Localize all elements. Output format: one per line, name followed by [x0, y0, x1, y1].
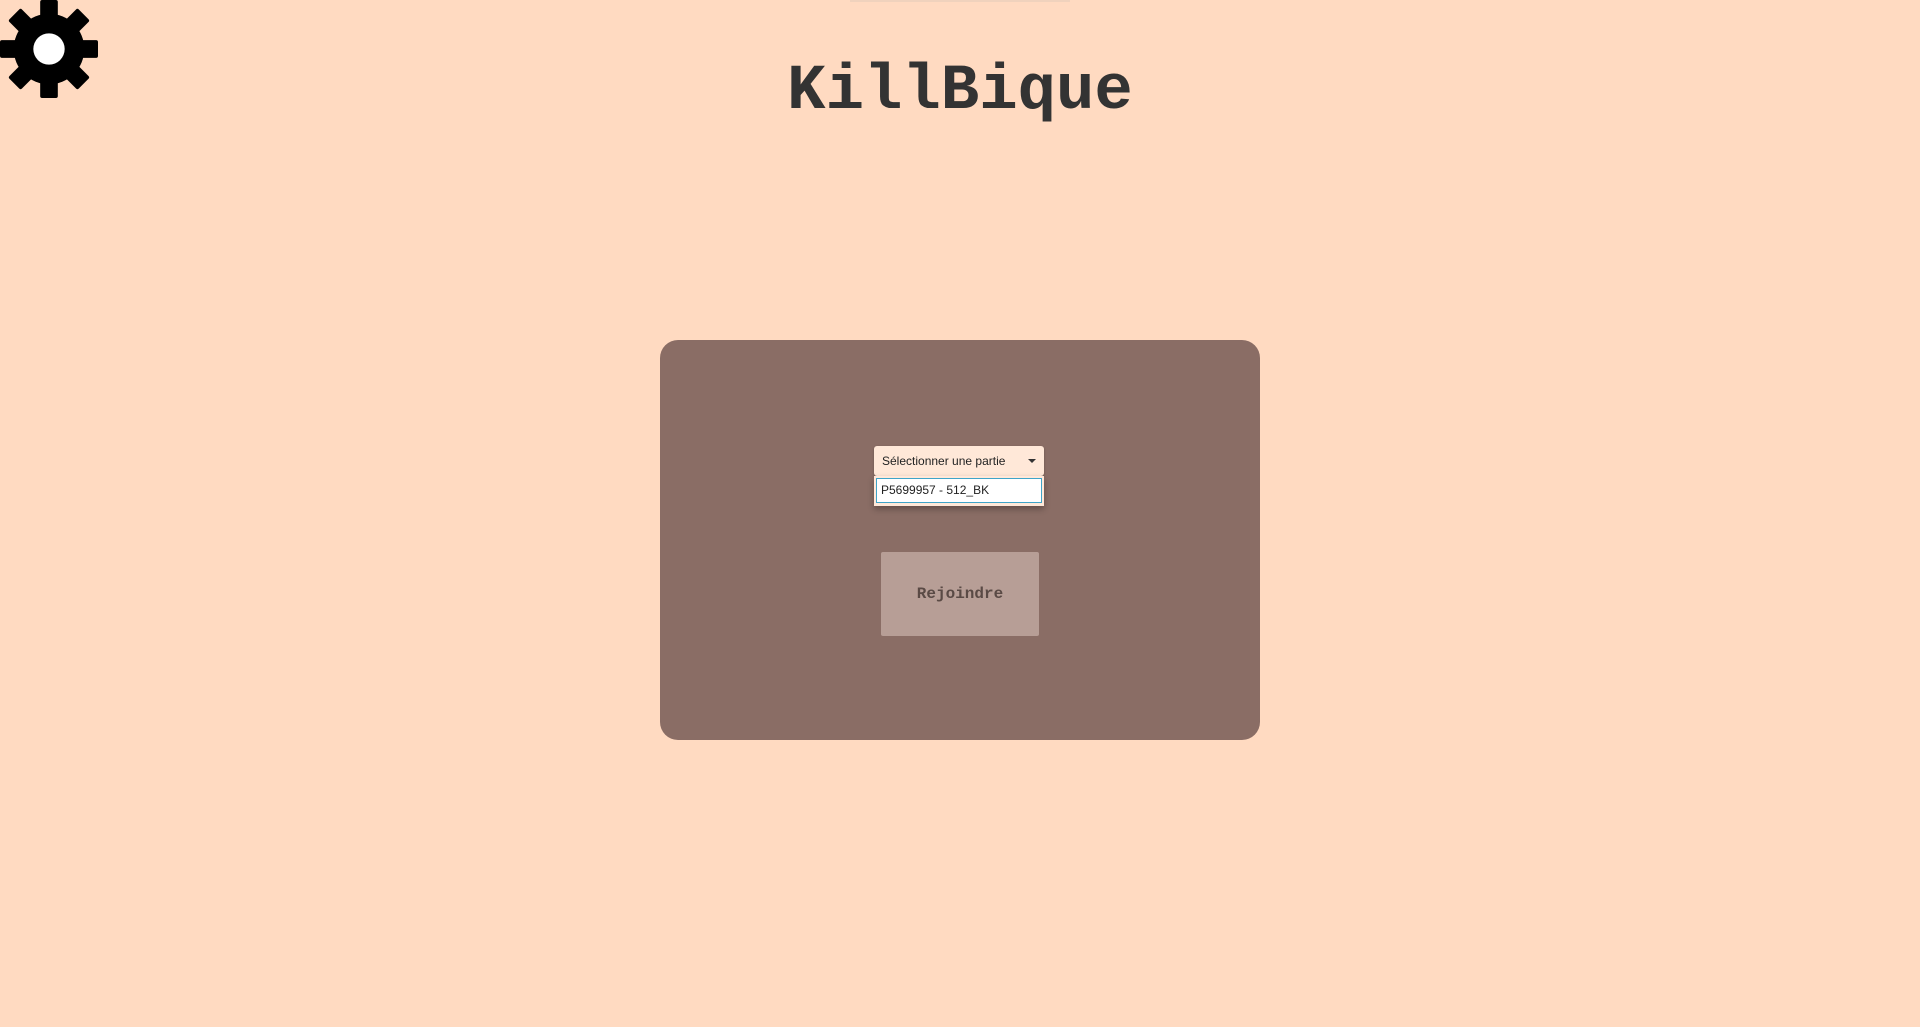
- game-select-dropdown: P5699957 - 512_BK: [874, 476, 1044, 506]
- game-select[interactable]: Sélectionner une partie: [874, 446, 1044, 476]
- join-button[interactable]: Rejoindre: [881, 552, 1039, 636]
- top-divider: [850, 0, 1070, 2]
- chevron-down-icon: [1028, 459, 1036, 463]
- game-select-placeholder: Sélectionner une partie: [882, 454, 1006, 468]
- app-title: KillBique: [787, 56, 1133, 128]
- dropdown-option[interactable]: P5699957 - 512_BK: [876, 478, 1042, 503]
- join-panel: Sélectionner une partie P5699957 - 512_B…: [660, 340, 1260, 740]
